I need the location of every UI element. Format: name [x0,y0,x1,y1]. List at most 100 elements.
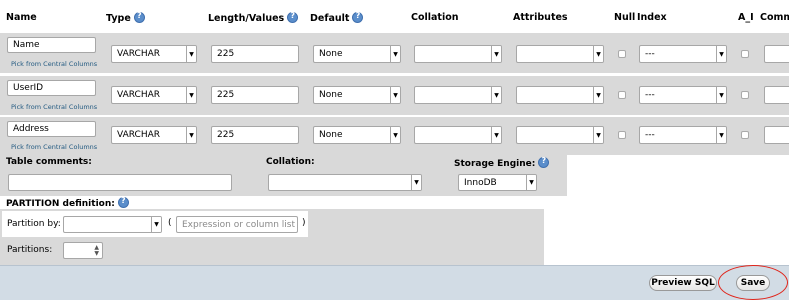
partition-panel: Partition by: ▼ ( Expression or column l… [0,209,544,265]
collation-select[interactable]: ▼ [414,126,502,144]
type-select[interactable]: VARCHAR ▼ [111,126,197,144]
default-value: None [319,90,343,100]
pick-central-columns-link[interactable]: Pick from Central Columns [11,60,97,68]
null-checkbox[interactable] [618,91,626,99]
storage-engine-label: Storage Engine: [454,156,550,169]
type-value: VARCHAR [117,49,161,59]
help-icon[interactable] [352,11,364,23]
length-input[interactable]: 225 [211,86,299,104]
column-row: Address Pick from Central Columns VARCHA… [0,117,789,155]
footer-bar: Preview SQL Save [0,265,789,300]
header-default: Default [310,11,364,24]
ai-checkbox[interactable] [741,91,749,99]
default-select[interactable]: None ▼ [313,45,401,63]
chevron-down-icon: ▼ [151,217,161,232]
null-checkbox[interactable] [618,50,626,58]
partition-definition-label: PARTITION definition: [6,196,129,209]
table-options-panel: Table comments: Collation: Storage Engin… [0,154,567,196]
chevron-down-icon: ▼ [716,46,726,62]
preview-sql-button[interactable]: Preview SQL [649,275,717,291]
header-type-label: Type [106,13,131,24]
comment-input[interactable] [764,86,789,104]
null-checkbox[interactable] [618,131,626,139]
length-input[interactable]: 225 [211,45,299,63]
header-collation: Collation [411,12,459,23]
attributes-select[interactable]: ▼ [516,126,604,144]
chevron-down-icon: ▼ [186,87,196,103]
partition-by-select[interactable]: ▼ [63,216,162,233]
header-attributes: Attributes [513,12,568,23]
type-select[interactable]: VARCHAR ▼ [111,45,197,63]
column-name-input[interactable]: UserID [7,80,96,96]
header-default-label: Default [310,13,350,24]
help-icon[interactable] [538,156,550,168]
ai-checkbox[interactable] [741,131,749,139]
column-row: UserID Pick from Central Columns VARCHAR… [0,76,789,115]
stepper-icon[interactable]: ▲ ▼ [94,245,99,257]
collation-select[interactable]: ▼ [414,45,502,63]
index-value: --- [645,49,655,59]
partitions-label: Partitions: [7,245,53,255]
close-paren: ) [302,218,306,228]
pick-central-columns-link[interactable]: Pick from Central Columns [11,143,97,151]
chevron-down-icon: ▼ [593,87,603,103]
comment-input[interactable] [764,126,789,144]
header-null: Null [614,12,636,23]
index-select[interactable]: --- ▼ [639,86,727,104]
storage-engine-select[interactable]: InnoDB ▼ [458,174,537,191]
header-comments: Comme [760,12,789,23]
chevron-down-icon: ▼ [186,127,196,143]
index-value: --- [645,90,655,100]
partition-by-label: Partition by: [7,219,61,229]
index-select[interactable]: --- ▼ [639,45,727,63]
column-name-input[interactable]: Name [7,37,96,53]
chevron-down-icon: ▼ [491,127,501,143]
header-ai: A_I [738,12,754,23]
partitions-input[interactable]: ▲ ▼ [63,242,103,259]
storage-engine-label-text: Storage Engine: [454,159,536,169]
default-value: None [319,130,343,140]
help-icon[interactable] [287,11,299,23]
chevron-down-icon: ▼ [390,127,400,143]
collation-select[interactable]: ▼ [414,86,502,104]
pick-central-columns-link[interactable]: Pick from Central Columns [11,103,97,111]
type-value: VARCHAR [117,130,161,140]
length-input[interactable]: 225 [211,126,299,144]
chevron-down-icon: ▼ [526,175,536,190]
default-select[interactable]: None ▼ [313,86,401,104]
help-icon[interactable] [133,11,145,23]
chevron-down-icon: ▼ [411,175,421,190]
chevron-down-icon: ▼ [390,46,400,62]
comment-input[interactable] [764,45,789,63]
partition-definition-text: PARTITION definition: [6,199,115,209]
chevron-down-icon: ▼ [390,87,400,103]
collation-label: Collation: [266,157,315,167]
type-select[interactable]: VARCHAR ▼ [111,86,197,104]
open-paren: ( [168,218,172,228]
index-select[interactable]: --- ▼ [639,126,727,144]
partition-expression-input[interactable]: Expression or column list [176,216,298,233]
header-length-label: Length/Values [208,13,285,24]
header-type: Type [106,11,145,24]
header-index: Index [637,12,667,23]
table-comments-input[interactable] [8,174,232,191]
partition-by-row: Partition by: ▼ ( Expression or column l… [2,211,308,237]
column-name-input[interactable]: Address [7,121,96,137]
default-select[interactable]: None ▼ [313,126,401,144]
table-collation-select[interactable]: ▼ [268,174,422,191]
ai-checkbox[interactable] [741,50,749,58]
table-comments-label: Table comments: [6,157,92,167]
default-value: None [319,49,343,59]
attributes-select[interactable]: ▼ [516,86,604,104]
header-length: Length/Values [208,11,299,24]
attributes-select[interactable]: ▼ [516,45,604,63]
storage-engine-value: InnoDB [464,177,497,188]
chevron-down-icon: ▼ [716,87,726,103]
chevron-down-icon: ▼ [593,127,603,143]
type-value: VARCHAR [117,90,161,100]
chevron-down-icon: ▼ [716,127,726,143]
chevron-down-icon: ▼ [186,46,196,62]
highlight-circle [718,265,788,300]
help-icon[interactable] [117,196,129,208]
chevron-down-icon: ▼ [491,87,501,103]
